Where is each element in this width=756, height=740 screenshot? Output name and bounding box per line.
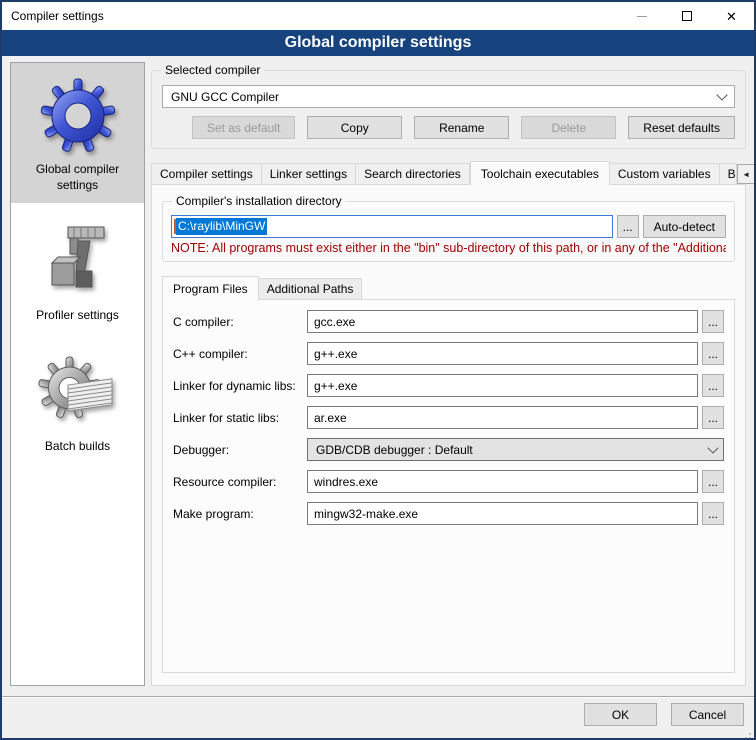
tab-custom-variables[interactable]: Custom variables [610,163,720,184]
cpp-compiler-label: C++ compiler: [173,347,307,361]
bin-subdirectory-note: NOTE: All programs must exist either in … [171,241,726,255]
maximize-icon [682,11,692,21]
compiler-select[interactable]: GNU GCC Compiler [162,85,735,108]
dynamic-linker-browse-button[interactable]: ... [702,374,724,397]
compiler-buttons-row: Set as default Copy Rename Delete Reset … [162,116,735,139]
debugger-row: Debugger: GDB/CDB debugger : Default [173,438,724,461]
scroll-left-icon: ◄ [742,170,750,179]
dynamic-linker-label: Linker for dynamic libs: [173,379,307,393]
minimize-button[interactable] [619,2,664,30]
window-title: Compiler settings [2,9,104,23]
browse-directory-button[interactable]: ... [617,215,639,238]
debugger-value: GDB/CDB debugger : Default [316,443,709,457]
sidebar-item-label: Batch builds [45,438,110,454]
tab-linker-settings[interactable]: Linker settings [262,163,356,184]
dialog-footer: OK Cancel [2,696,754,738]
installation-directory-row: C:\raylib\MinGW ... Auto-detect [171,215,726,238]
sidebar-item-label: Global compiler settings [15,161,140,193]
main-area: Global compiler settings [2,56,754,696]
make-program-browse-button[interactable]: ... [702,502,724,525]
debugger-select[interactable]: GDB/CDB debugger : Default [307,438,724,461]
static-linker-value: ar.exe [314,411,347,425]
sidebar-item-batch-builds[interactable]: Batch builds [11,340,144,464]
resource-compiler-row: Resource compiler: windres.exe ... [173,470,724,493]
dynamic-linker-input[interactable]: g++.exe [307,374,698,397]
caliper-cubes-icon [34,219,122,305]
blue-gear-icon [34,73,122,159]
resize-grip[interactable] [749,733,751,735]
cpp-compiler-value: g++.exe [314,347,357,361]
installation-directory-input[interactable]: C:\raylib\MinGW [171,215,613,238]
installation-directory-group: Compiler's installation directory C:\ray… [162,201,735,262]
c-compiler-label: C compiler: [173,315,307,329]
program-files-page: C compiler: gcc.exe ... C++ compiler: g+… [162,299,735,673]
debugger-label: Debugger: [173,443,307,457]
installation-directory-value: C:\raylib\MinGW [176,218,267,235]
make-program-value: mingw32-make.exe [314,507,418,521]
rename-button[interactable]: Rename [414,116,509,139]
tab-build-options[interactable]: Build options [720,163,737,184]
tab-scroll-buttons: ◄ ► [737,164,756,184]
static-linker-browse-button[interactable]: ... [702,406,724,429]
tab-program-files[interactable]: Program Files [162,276,259,300]
chevron-down-icon [707,442,718,453]
gray-gear-papers-icon [34,350,122,436]
sidebar-item-profiler-settings[interactable]: Profiler settings [11,209,144,333]
dynamic-linker-value: g++.exe [314,379,357,393]
close-icon: ✕ [726,10,737,23]
resource-compiler-value: windres.exe [314,475,378,489]
minimize-icon [637,16,647,17]
titlebar-controls: ✕ [619,2,754,30]
tab-toolchain-executables[interactable]: Toolchain executables [470,161,610,185]
static-linker-row: Linker for static libs: ar.exe ... [173,406,724,429]
auto-detect-button[interactable]: Auto-detect [643,215,726,238]
c-compiler-input[interactable]: gcc.exe [307,310,698,333]
copy-button[interactable]: Copy [307,116,402,139]
c-compiler-row: C compiler: gcc.exe ... [173,310,724,333]
sidebar-item-global-compiler-settings[interactable]: Global compiler settings [11,63,144,203]
installation-directory-legend: Compiler's installation directory [172,194,346,208]
tab-additional-paths[interactable]: Additional Paths [259,278,363,299]
ok-button[interactable]: OK [584,703,657,726]
compiler-select-value: GNU GCC Compiler [171,90,718,104]
dialog-banner: Global compiler settings [2,30,754,56]
selected-compiler-legend: Selected compiler [161,63,264,77]
close-button[interactable]: ✕ [709,2,754,30]
cpp-compiler-browse-button[interactable]: ... [702,342,724,365]
c-compiler-value: gcc.exe [314,315,355,329]
settings-content: Selected compiler GNU GCC Compiler Set a… [151,62,746,686]
resource-compiler-label: Resource compiler: [173,475,307,489]
tab-scroll-left-button[interactable]: ◄ [737,164,756,184]
selected-compiler-group: Selected compiler GNU GCC Compiler Set a… [151,70,746,149]
cpp-compiler-input[interactable]: g++.exe [307,342,698,365]
tab-search-directories[interactable]: Search directories [356,163,470,184]
static-linker-input[interactable]: ar.exe [307,406,698,429]
compiler-settings-dialog: Compiler settings ✕ Global compiler sett… [0,0,756,740]
settings-category-list: Global compiler settings [10,62,145,686]
settings-tabstrip: Compiler settings Linker settings Search… [151,161,746,184]
tab-compiler-settings[interactable]: Compiler settings [151,163,262,184]
programs-tabstrip: Program Files Additional Paths [162,276,735,299]
reset-defaults-button[interactable]: Reset defaults [628,116,735,139]
set-as-default-button[interactable]: Set as default [192,116,295,139]
dynamic-linker-row: Linker for dynamic libs: g++.exe ... [173,374,724,397]
c-compiler-browse-button[interactable]: ... [702,310,724,333]
static-linker-label: Linker for static libs: [173,411,307,425]
resource-compiler-browse-button[interactable]: ... [702,470,724,493]
sidebar-item-label: Profiler settings [36,307,119,323]
delete-button[interactable]: Delete [521,116,616,139]
resource-compiler-input[interactable]: windres.exe [307,470,698,493]
titlebar[interactable]: Compiler settings ✕ [2,2,754,30]
cancel-button[interactable]: Cancel [671,703,744,726]
maximize-button[interactable] [664,2,709,30]
cpp-compiler-row: C++ compiler: g++.exe ... [173,342,724,365]
toolchain-executables-page: Compiler's installation directory C:\ray… [151,184,746,686]
make-program-label: Make program: [173,507,307,521]
make-program-input[interactable]: mingw32-make.exe [307,502,698,525]
make-program-row: Make program: mingw32-make.exe ... [173,502,724,525]
chevron-down-icon [716,89,727,100]
